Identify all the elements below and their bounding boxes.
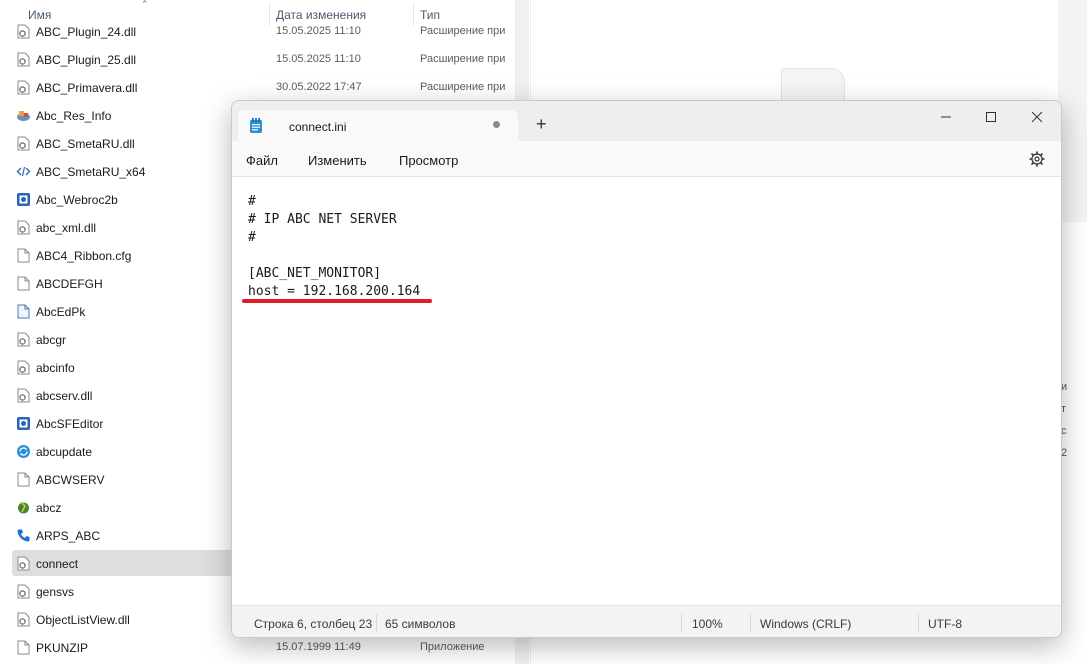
editor-line: # xyxy=(248,230,256,245)
file-name: Abc_Res_Info xyxy=(36,109,112,123)
file-date: 15.05.2025 11:10 xyxy=(276,25,361,37)
editor-line: # IP ABC NET SERVER xyxy=(248,212,397,227)
file-name: abcupdate xyxy=(36,445,93,459)
file-name: ABCDEFGH xyxy=(36,277,103,291)
minimize-icon[interactable] xyxy=(924,105,968,129)
preview-document-icon xyxy=(781,68,845,103)
dll-gear-icon xyxy=(16,388,31,403)
notepad-icon xyxy=(250,118,262,133)
status-line-ending: Windows (CRLF) xyxy=(760,617,852,631)
dll-gear-icon xyxy=(16,220,31,235)
phone-icon xyxy=(16,528,31,543)
file-name: ABC_Plugin_24.dll xyxy=(36,25,137,39)
file-name: ABCWSERV xyxy=(36,473,105,487)
text-editor[interactable]: # # IP ABC NET SERVER # [ABC_NET_MONITOR… xyxy=(232,177,1061,605)
dll-gear-icon xyxy=(16,612,31,627)
file-name: AbcSFEditor xyxy=(36,417,104,431)
sort-ascending-icon: ⌃ xyxy=(141,0,149,9)
maximize-icon[interactable] xyxy=(969,105,1013,129)
file-name: AbcEdPk xyxy=(36,305,86,319)
dll-gear-icon xyxy=(16,52,31,67)
file-date: 15.07.1999 11:49 xyxy=(276,641,361,653)
file-date: 15.05.2025 11:10 xyxy=(276,53,361,65)
tab-title: connect.ini xyxy=(289,120,347,134)
editor-line: # xyxy=(248,194,256,209)
status-char-count: 65 символов xyxy=(385,617,456,631)
dll-gear-icon xyxy=(16,24,31,39)
unsaved-indicator-icon[interactable] xyxy=(493,121,500,128)
status-separator xyxy=(918,614,919,632)
file-row[interactable]: ABC_Plugin_25.dll 15.05.2025 11:10 Расшире… xyxy=(0,46,515,74)
status-encoding: UTF-8 xyxy=(928,617,962,631)
close-icon[interactable] xyxy=(1015,105,1059,129)
dll-gear-icon xyxy=(16,360,31,375)
settings-gear-icon[interactable] xyxy=(1029,151,1045,167)
file-name: gensvs xyxy=(36,585,75,599)
file-row[interactable]: ABC_Primavera.dll 30.05.2022 17:47 Расшире… xyxy=(0,74,515,102)
editor-line: [ABC_NET_MONITOR] xyxy=(248,266,382,281)
notepad-titlebar[interactable]: connect.ini + xyxy=(232,101,1061,141)
dll-gear-icon xyxy=(16,80,31,95)
notepad-window: connect.ini + Файл Изменить Просмотр # #… xyxy=(231,100,1062,638)
file-name: abcgr xyxy=(36,333,67,347)
ini-gear-icon xyxy=(16,556,31,571)
file-name: ARPS_ABC xyxy=(36,529,101,543)
app-colorful-icon xyxy=(16,108,31,123)
file-name: ABC4_Ribbon.cfg xyxy=(36,249,132,263)
file-name: Abc_Webroc2b xyxy=(36,193,118,207)
menu-bar: Файл Изменить Просмотр xyxy=(232,141,1061,177)
file-name: abcinfo xyxy=(36,361,75,375)
app-green-icon xyxy=(16,500,31,515)
dll-gear-icon xyxy=(16,136,31,151)
update-icon xyxy=(16,444,31,459)
file-icon xyxy=(16,640,31,655)
file-type: Приложение xyxy=(420,641,485,653)
new-tab-button[interactable]: + xyxy=(536,115,547,133)
file-icon xyxy=(16,248,31,263)
file-name: abcz xyxy=(36,501,62,515)
app-blue-icon xyxy=(16,416,31,431)
tab-connect-ini[interactable]: connect.ini xyxy=(238,110,518,141)
file-name: connect xyxy=(36,557,79,571)
file-name: PKUNZIP xyxy=(36,641,89,655)
dll-gear-icon xyxy=(16,332,31,347)
status-separator xyxy=(750,614,751,632)
file-name: ABC_SmetaRU_x64 xyxy=(36,165,146,179)
file-type: Расширение при xyxy=(420,25,506,37)
code-icon xyxy=(16,164,31,179)
status-zoom[interactable]: 100% xyxy=(692,617,723,631)
file-date: 30.05.2022 17:47 xyxy=(276,81,362,93)
file-name: ABC_Plugin_25.dll xyxy=(36,53,137,67)
file-name: ObjectListView.dll xyxy=(36,613,130,627)
file-name: ABC_SmetaRU.dll xyxy=(36,137,135,151)
file-type: Расширение при xyxy=(420,81,506,93)
file-row[interactable]: ABC_Plugin_24.dll 15.05.2025 11:10 Расшире… xyxy=(0,18,515,46)
status-bar: Строка 6, столбец 23 65 символов 100% Wi… xyxy=(232,605,1061,637)
file-icon xyxy=(16,276,31,291)
file-name: abc_xml.dll xyxy=(36,221,97,235)
menu-file[interactable]: Файл xyxy=(246,153,278,168)
menu-view[interactable]: Просмотр xyxy=(399,153,458,168)
file-row[interactable]: PKUNZIP 15.07.1999 11:49 Приложение xyxy=(0,634,515,662)
menu-edit[interactable]: Изменить xyxy=(308,153,367,168)
file-name: ABC_Primavera.dll xyxy=(36,81,138,95)
preview-pane-panel xyxy=(1058,0,1087,222)
status-separator xyxy=(376,614,377,632)
app-blue-icon xyxy=(16,192,31,207)
file-icon xyxy=(16,472,31,487)
editor-line-host: host = 192.168.200.164 xyxy=(248,284,421,299)
dll-gear-icon xyxy=(16,584,31,599)
file-name: abcserv.dll xyxy=(36,389,93,403)
red-underline-annotation xyxy=(242,299,432,303)
file-type: Расширение при xyxy=(420,53,506,65)
status-cursor-position: Строка 6, столбец 23 xyxy=(254,617,373,631)
status-separator xyxy=(681,614,682,632)
document-blue-icon xyxy=(16,304,31,319)
